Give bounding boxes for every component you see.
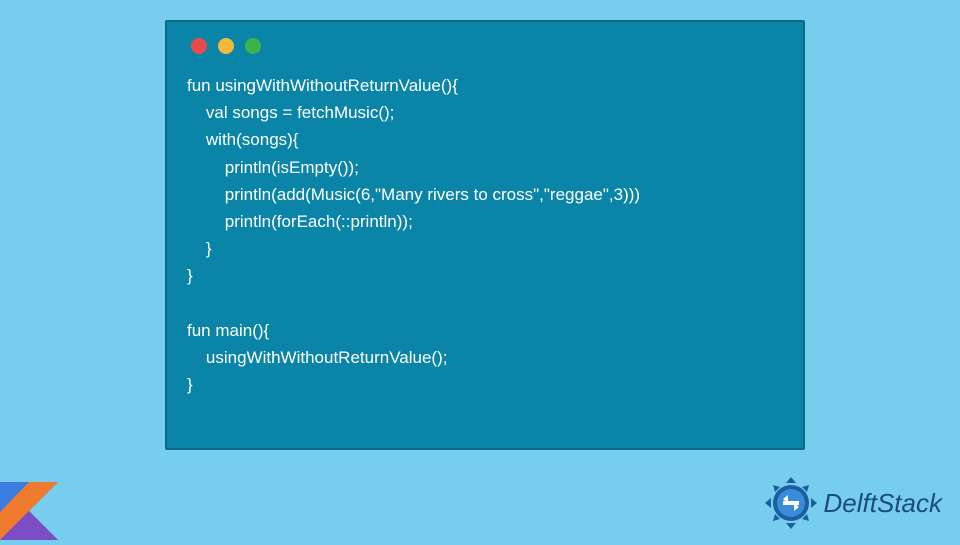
minimize-icon: [218, 38, 234, 54]
brand-badge: DelftStack: [764, 476, 943, 530]
code-content: fun usingWithWithoutReturnValue(){ val s…: [187, 72, 783, 398]
kotlin-logo-icon: [0, 482, 58, 540]
brand-gear-icon: [764, 476, 818, 530]
close-icon: [191, 38, 207, 54]
window-controls: [191, 38, 783, 54]
brand-name: DelftStack: [824, 488, 943, 519]
code-panel: fun usingWithWithoutReturnValue(){ val s…: [165, 20, 805, 450]
maximize-icon: [245, 38, 261, 54]
